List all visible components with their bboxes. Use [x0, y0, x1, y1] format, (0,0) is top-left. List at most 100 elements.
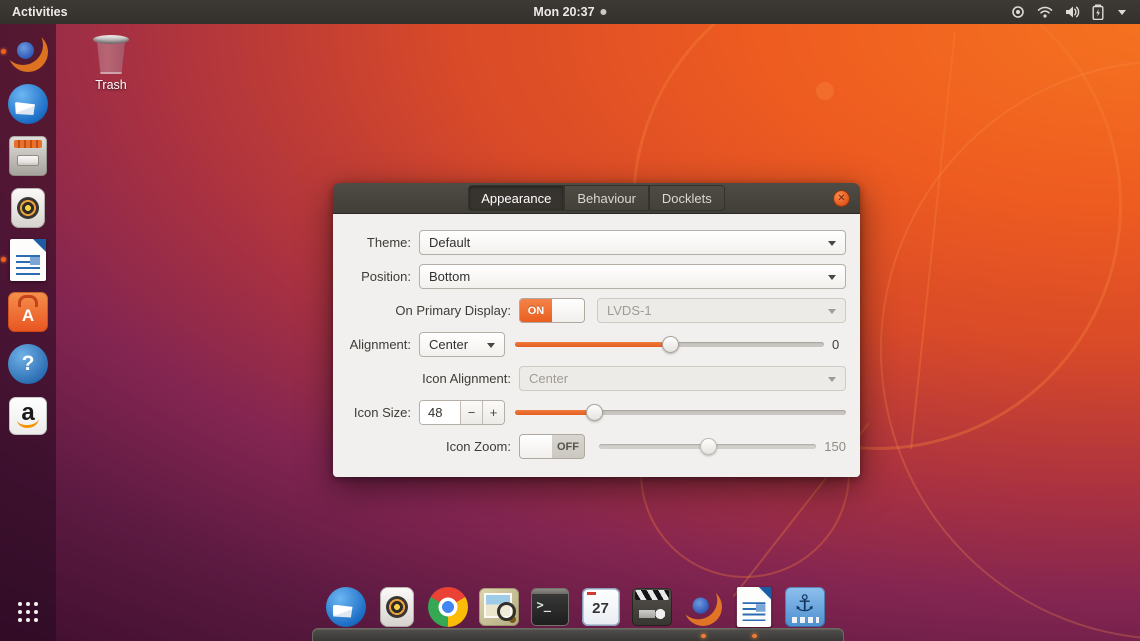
icon-zoom-slider: [599, 434, 817, 459]
theme-label: Theme:: [366, 235, 411, 250]
amazon-letter: a: [21, 399, 35, 426]
media-indicator-icon: [600, 9, 607, 15]
help-icon: ?: [8, 344, 48, 384]
system-status-area[interactable]: [1006, 0, 1132, 24]
launcher-item-amazon[interactable]: a: [7, 395, 49, 437]
top-bar: Activities Mon 20:37: [0, 0, 1140, 24]
battery-icon: [1091, 4, 1105, 20]
icon-size-entry[interactable]: 48: [420, 401, 460, 424]
launcher-item-libreoffice-writer[interactable]: [1, 239, 49, 281]
appearance-panel: Theme: Default Position: Bottom On Prima…: [333, 214, 860, 477]
slider-handle[interactable]: [661, 336, 679, 353]
dock-item-rhythmbox[interactable]: [376, 586, 417, 627]
plank-dock: >_ 27 ⚓: [325, 586, 825, 638]
terminal-icon: >_: [530, 587, 569, 626]
icon-size-plus-button[interactable]: +: [482, 401, 504, 424]
launcher-item-ubuntu-software[interactable]: A: [7, 291, 49, 333]
show-applications-button[interactable]: [7, 591, 49, 633]
position-row: Position: Bottom: [347, 264, 846, 289]
icon-size-label: Icon Size:: [353, 405, 411, 420]
tab-behaviour[interactable]: Behaviour: [564, 185, 649, 211]
anchor-glyph: ⚓: [794, 590, 815, 616]
toggle-off-label: OFF: [552, 435, 584, 458]
anchor-docklet-icon: ⚓: [784, 586, 825, 627]
close-icon: ✕: [837, 192, 846, 204]
desktop-icon-trash[interactable]: Trash: [86, 33, 136, 92]
wifi-icon: [1037, 4, 1053, 20]
launcher-item-files[interactable]: [7, 135, 49, 177]
toggle-on-label: ON: [520, 299, 552, 322]
icon-size-slider[interactable]: [515, 400, 846, 425]
dock-item-libreoffice-writer[interactable]: [733, 586, 774, 638]
primary-display-toggle[interactable]: ON: [519, 298, 585, 323]
icon-alignment-label: Icon Alignment:: [422, 371, 511, 386]
icon-zoom-row: Icon Zoom: OFF 150: [347, 434, 846, 459]
icon-size-row: Icon Size: 48 − +: [347, 400, 846, 425]
trash-label: Trash: [95, 78, 127, 92]
chevron-down-icon: [1116, 6, 1128, 18]
running-indicator: [700, 634, 706, 638]
primary-display-label: On Primary Display:: [395, 303, 511, 318]
tab-docklets[interactable]: Docklets: [648, 185, 725, 211]
launcher-item-firefox[interactable]: [1, 31, 49, 73]
slider-handle[interactable]: [586, 404, 604, 421]
activities-button[interactable]: Activities: [0, 0, 80, 24]
apps-grid-icon: [18, 602, 38, 622]
icon-size-minus-button[interactable]: −: [460, 401, 482, 424]
position-label: Position:: [361, 269, 411, 284]
launcher-item-help[interactable]: ?: [7, 343, 49, 385]
chevron-down-icon: [487, 342, 495, 348]
dock-item-calendar[interactable]: 27: [580, 586, 621, 627]
icon-zoom-slider-value: 150: [824, 439, 846, 454]
volume-icon: [1064, 4, 1080, 20]
dock-item-anchor-docklet[interactable]: ⚓: [784, 586, 825, 627]
theme-dropdown[interactable]: Default: [419, 230, 846, 255]
libreoffice-writer-icon: [10, 239, 46, 281]
calendar-day: 27: [592, 600, 609, 617]
running-indicator: [751, 634, 757, 638]
dock-item-video-editor[interactable]: [631, 586, 672, 627]
theme-value: Default: [429, 235, 471, 250]
dock-item-thunderbird[interactable]: [325, 586, 366, 627]
rhythmbox-icon: [11, 188, 45, 228]
trash-icon: [93, 33, 129, 75]
launcher-dock: A ? a: [0, 24, 56, 641]
location-icon: [1010, 4, 1026, 20]
screenshot-tool-icon: [478, 587, 519, 626]
display-dropdown: LVDS-1: [597, 298, 846, 323]
desktop-screen: Activities Mon 20:37 A ? a Trash Appeara…: [0, 0, 1140, 641]
chevron-down-icon: [828, 274, 836, 280]
chevron-down-icon: [828, 376, 836, 382]
launcher-item-thunderbird[interactable]: [7, 83, 49, 125]
dock-item-terminal[interactable]: >_: [529, 586, 570, 627]
alignment-row: Alignment: Center 0: [347, 332, 846, 357]
alignment-label: Alignment:: [349, 337, 411, 352]
ubuntu-software-icon: A: [8, 292, 48, 332]
running-indicator: [1, 49, 6, 54]
icon-alignment-value: Center: [529, 371, 569, 386]
rhythmbox-icon: [379, 586, 414, 627]
position-dropdown[interactable]: Bottom: [419, 264, 846, 289]
icon-zoom-toggle[interactable]: OFF: [519, 434, 585, 459]
libreoffice-writer-icon: [736, 586, 771, 627]
chrome-icon: [427, 586, 468, 627]
calendar-icon: 27: [581, 587, 620, 626]
thunderbird-icon: [325, 586, 366, 627]
plank-preferences-dialog: Appearance Behaviour Docklets ✕ Theme: D…: [333, 183, 860, 477]
alignment-slider[interactable]: [515, 332, 824, 357]
dialog-titlebar[interactable]: Appearance Behaviour Docklets ✕: [333, 183, 860, 214]
software-letter: A: [21, 306, 35, 325]
icon-zoom-label: Icon Zoom:: [445, 439, 511, 454]
clock-menu[interactable]: Mon 20:37: [533, 5, 607, 19]
tab-appearance[interactable]: Appearance: [468, 185, 565, 211]
alignment-dropdown[interactable]: Center: [419, 332, 505, 357]
plank-dock-strip: [312, 628, 844, 641]
dock-item-firefox[interactable]: [682, 586, 723, 638]
close-button[interactable]: ✕: [833, 190, 850, 207]
chevron-down-icon: [828, 308, 836, 314]
launcher-item-rhythmbox[interactable]: [7, 187, 49, 229]
dock-item-chrome[interactable]: [427, 586, 468, 627]
dock-item-screenshot-tool[interactable]: [478, 586, 519, 627]
icon-alignment-dropdown: Center: [519, 366, 846, 391]
clock-label: Mon 20:37: [533, 5, 595, 19]
